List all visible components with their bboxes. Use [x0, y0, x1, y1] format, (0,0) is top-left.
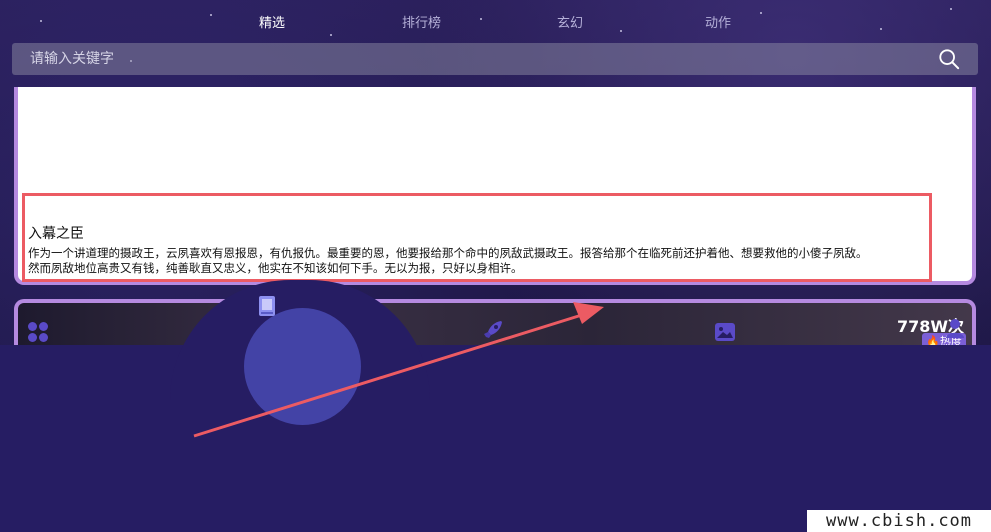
- book-title[interactable]: 入幕之臣: [28, 223, 84, 243]
- tab-fantasy[interactable]: 玄幻: [557, 12, 583, 31]
- bottom-nav: [0, 345, 991, 532]
- book-description-line: 然而夙敌地位高贵又有钱，纯善耿直又忠义，他实在不知该如何下手。无以为报，只好以身…: [28, 261, 523, 275]
- book-icon[interactable]: [255, 294, 279, 318]
- grid-icon[interactable]: [26, 320, 50, 344]
- search-input[interactable]: [12, 43, 930, 75]
- top-tabs: 精选 排行榜 玄幻 动作: [0, 8, 991, 34]
- watermark: www.cbish.com: [807, 510, 991, 532]
- tab-action[interactable]: 动作: [705, 12, 731, 31]
- image-icon[interactable]: [713, 320, 737, 344]
- book-description-line: 作为一个讲道理的摄政王，云夙喜欢有恩报恩，有仇报仇。最重要的恩，他要报给那个命中…: [28, 246, 868, 260]
- search-icon[interactable]: [938, 48, 960, 70]
- user-icon[interactable]: [943, 316, 967, 340]
- tab-selected[interactable]: 精选: [259, 12, 285, 31]
- rocket-icon[interactable]: [481, 318, 505, 342]
- book-description: 作为一个讲道理的摄政王，云夙喜欢有恩报恩，有仇报仇。最重要的恩，他要报给那个命中…: [28, 246, 958, 276]
- center-nav-button[interactable]: [244, 308, 361, 425]
- search-bar: [12, 43, 978, 75]
- tab-ranking[interactable]: 排行榜: [402, 12, 441, 31]
